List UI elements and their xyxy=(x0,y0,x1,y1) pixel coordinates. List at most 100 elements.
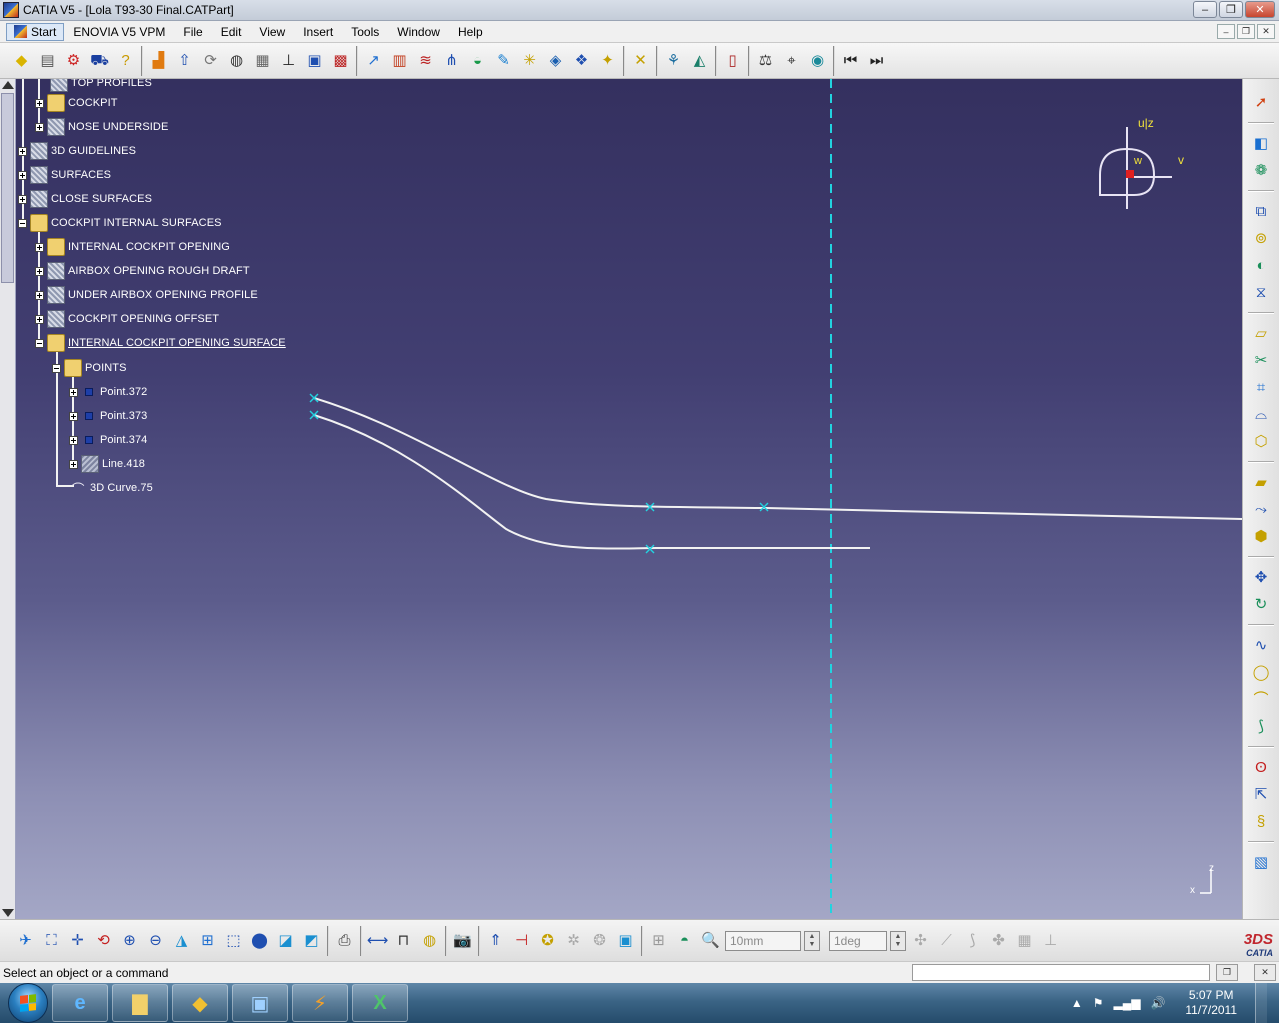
cutting-plane-icon[interactable]: ✕ xyxy=(629,49,652,72)
protractor-icon[interactable]: ◓ xyxy=(673,929,696,952)
compass-origin[interactable] xyxy=(1126,170,1134,178)
tree-node-cockpit-opening-offset[interactable]: COCKPIT OPENING OFFSET xyxy=(35,309,219,329)
projection-icon[interactable]: ⇱ xyxy=(1249,783,1273,806)
grid-size-spinner[interactable]: ▲ ▼ xyxy=(804,930,820,951)
document-icon[interactable]: ▯ xyxy=(721,49,744,72)
cat-icon[interactable]: ❖ xyxy=(570,49,593,72)
tree-node-point-374[interactable]: Point.374 xyxy=(69,430,147,450)
tree-node-line-418[interactable]: Line.418 xyxy=(69,454,145,474)
globe-refresh-icon[interactable]: ◉ xyxy=(806,49,829,72)
first-step-icon[interactable]: ⏮ xyxy=(839,49,862,72)
action-center-flag-icon[interactable]: ⚑ xyxy=(1093,996,1104,1010)
angle-step-field[interactable]: 1deg xyxy=(829,930,887,951)
database-icon[interactable]: ▤ xyxy=(36,49,59,72)
fill-icon[interactable]: ◐ xyxy=(1249,254,1273,277)
cube-icon[interactable]: ▣ xyxy=(303,49,326,72)
expand-icon[interactable] xyxy=(35,314,44,324)
tree-node-internal-cockpit-opening[interactable]: INTERNAL COCKPIT OPENING xyxy=(35,237,230,257)
magnifier-icon[interactable]: 🔍 xyxy=(699,929,722,952)
scroll-thumb[interactable] xyxy=(1,93,14,283)
tree-node-cockpit[interactable]: COCKPIT xyxy=(35,93,118,113)
measure-item-icon[interactable]: ⊓ xyxy=(392,929,415,952)
expand-icon[interactable] xyxy=(35,122,44,132)
tree-node-internal-cockpit-opening-surface[interactable]: INTERNAL COCKPIT OPENING SURFACE xyxy=(35,333,286,353)
compass[interactable]: u|z v w xyxy=(1094,115,1204,215)
grid-size-field[interactable]: 10mm xyxy=(725,930,801,951)
fit-all-icon[interactable]: ⛶ xyxy=(40,929,63,952)
menu-help[interactable]: Help xyxy=(449,25,492,39)
spline-icon[interactable]: ∿ xyxy=(1249,634,1273,657)
vehicle-icon[interactable]: ⛟ xyxy=(88,49,111,72)
highlight-icon[interactable]: ✎ xyxy=(492,49,515,72)
snap-point-icon[interactable]: ⇑ xyxy=(484,929,507,952)
tree-node-top-profiles[interactable]: TOP PROFILES xyxy=(50,79,152,93)
swap-space-icon[interactable]: ◩ xyxy=(300,929,323,952)
menu-tools[interactable]: Tools xyxy=(342,25,388,39)
tree-node-point-372[interactable]: Point.372 xyxy=(69,382,147,402)
measure-icon[interactable]: ⚖ xyxy=(754,49,777,72)
mesh-icon[interactable]: ▩ xyxy=(329,49,352,72)
expand-icon[interactable] xyxy=(35,98,44,108)
solid-icon[interactable]: ⬢ xyxy=(1249,525,1273,548)
taskbar-photo-icon[interactable]: ▣ xyxy=(232,984,288,1022)
status-restore-icon[interactable]: ❐ xyxy=(1216,964,1238,981)
expand-icon[interactable] xyxy=(69,459,78,469)
collapse-icon[interactable] xyxy=(18,218,27,228)
sweep-icon[interactable]: ⊚ xyxy=(1249,227,1273,250)
tree-node-under-airbox-opening-profile[interactable]: UNDER AIRBOX OPENING PROFILE xyxy=(35,285,258,305)
multi-section-icon[interactable]: ⧖ xyxy=(1249,281,1273,304)
measure-inertia-icon[interactable]: ◍ xyxy=(418,929,441,952)
doc-restore-button[interactable]: ❐ xyxy=(1237,24,1255,39)
shape-icon[interactable]: ◭ xyxy=(688,49,711,72)
taskbar-catia-icon[interactable]: ◆ xyxy=(172,984,228,1022)
expand-icon[interactable] xyxy=(18,194,27,204)
expand-icon[interactable] xyxy=(35,242,44,252)
enovia-icon[interactable]: ⚙ xyxy=(62,49,85,72)
tree-node-close-surfaces[interactable]: CLOSE SURFACES xyxy=(18,189,152,209)
menu-start[interactable]: Start xyxy=(6,22,65,41)
menu-enovia[interactable]: ENOVIA V5 VPM xyxy=(64,25,174,39)
scroll-down-arrow-icon[interactable] xyxy=(2,909,14,917)
taskbar-explorer-icon[interactable]: ▇ xyxy=(112,984,168,1022)
multi-view-icon[interactable]: ⊞ xyxy=(196,929,219,952)
upper-curve[interactable] xyxy=(313,397,1242,520)
tray-expand-icon[interactable]: ▲ xyxy=(1071,996,1083,1010)
taskbar-excel-icon[interactable]: X xyxy=(352,984,408,1022)
tree-node-points[interactable]: POINTS xyxy=(52,358,127,378)
scroll-up-arrow-icon[interactable] xyxy=(2,81,14,89)
filter-icon[interactable]: ⌖ xyxy=(780,49,803,72)
tree-node-3d-curve-75[interactable]: ⌒ 3D Curve.75 xyxy=(69,478,153,498)
add-icon[interactable]: ⊞ xyxy=(647,929,670,952)
draft-analysis-icon[interactable]: ▥ xyxy=(388,49,411,72)
doc-minimize-button[interactable]: – xyxy=(1217,24,1235,39)
hide-show-icon[interactable]: ◪ xyxy=(274,929,297,952)
tree-node-nose-underside[interactable]: NOSE UNDERSIDE xyxy=(35,117,168,137)
select-arrow-icon[interactable]: ➚ xyxy=(1249,91,1273,114)
3d-viewport[interactable]: TOP PROFILES COCKPIT NOSE UNDERSIDE 3D G… xyxy=(16,79,1242,919)
plane-system-icon[interactable]: ▣ xyxy=(614,929,637,952)
menu-file[interactable]: File xyxy=(174,25,211,39)
law-icon[interactable]: ▧ xyxy=(1249,851,1273,874)
catia-app-icon[interactable] xyxy=(3,2,19,18)
tree-node-airbox-opening-rough-draft[interactable]: AIRBOX OPENING ROUGH DRAFT xyxy=(35,261,250,281)
expand-icon[interactable] xyxy=(35,266,44,276)
menu-insert[interactable]: Insert xyxy=(294,25,342,39)
expand-icon[interactable] xyxy=(69,435,78,445)
update-icon[interactable]: ⇧ xyxy=(173,49,196,72)
revolve-icon[interactable]: ❁ xyxy=(1249,159,1273,182)
network-signal-icon[interactable]: ▂▄▆ xyxy=(1113,996,1140,1010)
print-icon[interactable]: ⎙ xyxy=(333,929,356,952)
zoom-in-icon[interactable]: ⊕ xyxy=(118,929,141,952)
circle-icon[interactable]: ◯ xyxy=(1249,661,1273,684)
axis-system-icon[interactable]: ⊥ xyxy=(277,49,300,72)
tree-node-cockpit-internal-surfaces[interactable]: COCKPIT INTERNAL SURFACES xyxy=(18,213,222,233)
last-step-icon[interactable]: ⏭ xyxy=(865,49,888,72)
boundary-icon[interactable]: ⌓ xyxy=(1249,403,1273,426)
expand-icon[interactable] xyxy=(18,170,27,180)
expand-icon[interactable] xyxy=(69,387,78,397)
corner-icon[interactable]: ⌒ xyxy=(1249,688,1273,711)
expand-icon[interactable] xyxy=(69,411,78,421)
collapse-icon[interactable] xyxy=(52,363,61,373)
minimize-button[interactable]: – xyxy=(1193,1,1217,18)
status-close-icon[interactable]: ✕ xyxy=(1254,964,1276,981)
